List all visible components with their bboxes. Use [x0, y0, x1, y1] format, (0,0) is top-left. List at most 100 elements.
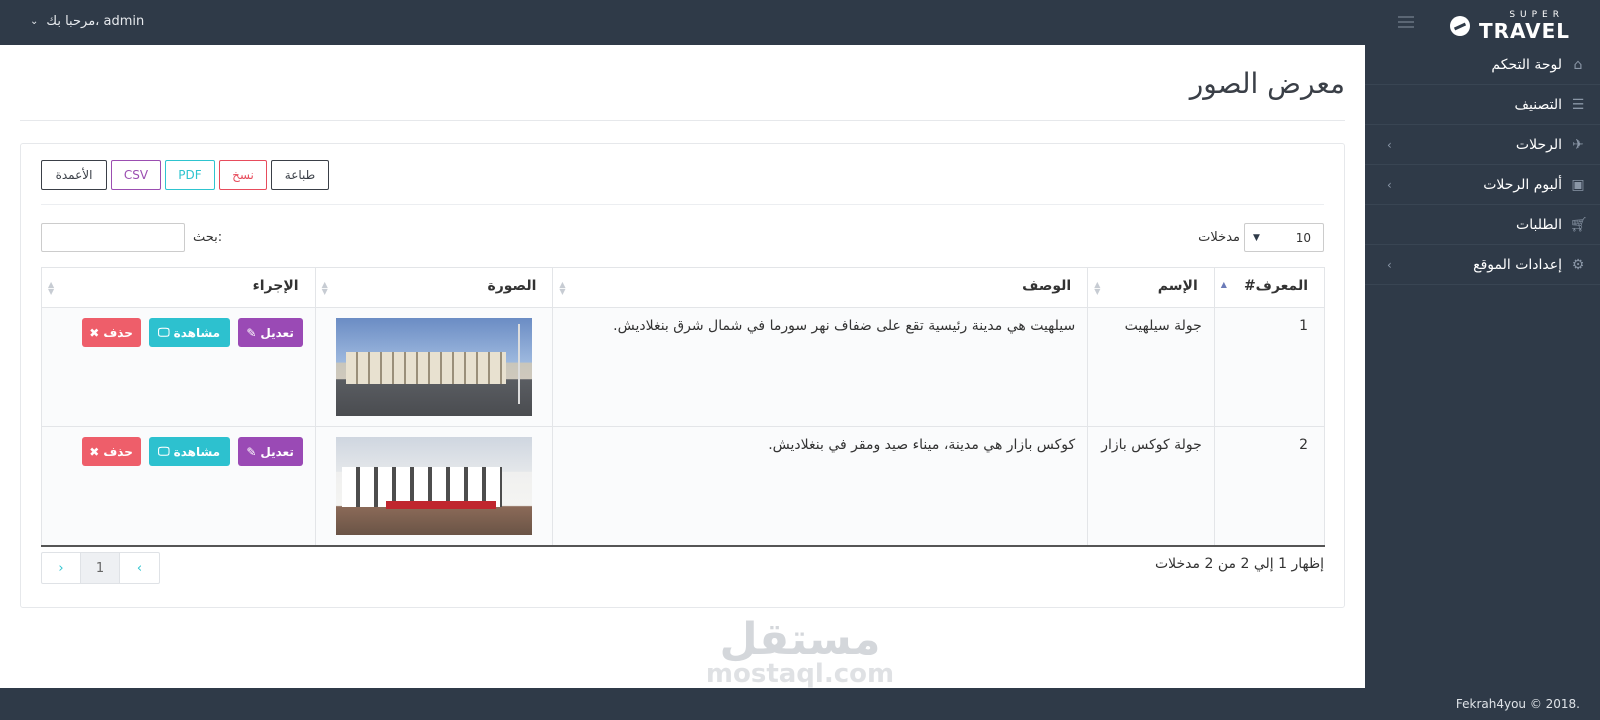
gallery-panel: الأعمدة CSV PDF نسخ طباعة بحث: مدخلات ▼ … — [20, 143, 1345, 608]
header-label: الإسم — [1157, 278, 1198, 294]
sidebar-item-label: لوحة التحكم — [1491, 56, 1562, 73]
list-icon: ☰ — [1571, 96, 1585, 113]
page-length: مدخلات ▼ 10 — [1198, 223, 1324, 252]
header-label: الصورة — [487, 278, 537, 294]
table-info: إظهار 1 إلي 2 من 2 مدخلات — [1154, 556, 1324, 572]
gears-icon: ⚙ — [1571, 256, 1585, 273]
chevron-down-icon: ⌄ — [30, 16, 39, 27]
sidebar-item-album[interactable]: ‹ ألبوم الرحلات ▣ — [1365, 165, 1600, 205]
close-icon: ✖ — [89, 325, 100, 340]
top-navbar: SUPER TRAVEL ⌄ مرحبا بك، admin — [0, 0, 1600, 45]
delete-button[interactable]: ✖ حذف — [81, 437, 141, 466]
edit-label: تعديل — [260, 325, 294, 340]
header-name[interactable]: الإسم ▲ ▼ — [1087, 267, 1215, 308]
plane-icon: ✈ — [1572, 136, 1584, 153]
header-label: المعرف# — [1243, 278, 1308, 294]
sidebar-item-settings[interactable]: ‹ إعدادات الموقع ⚙ — [1365, 245, 1600, 285]
sidebar-item-orders[interactable]: الطلبات 🛒︎ — [1365, 205, 1600, 245]
watermark-arabic: مستقل — [719, 614, 881, 665]
sidebar-item-categories[interactable]: التصنيف ☰ — [1365, 85, 1600, 125]
sidebar-item-trips[interactable]: ‹ الرحلات ✈ — [1365, 125, 1600, 165]
pagination-next[interactable]: › — [42, 553, 81, 583]
edit-icon: ✎ — [246, 325, 257, 340]
search-box: بحث: — [41, 223, 222, 252]
pagination: › 1 ‹ — [41, 552, 160, 584]
header-label: الإجراء — [252, 278, 299, 294]
image-icon: ▣ — [1571, 176, 1585, 193]
user-menu[interactable]: ⌄ مرحبا بك، admin — [30, 14, 144, 29]
header-action[interactable]: الإجراء ▲ ▼ — [41, 267, 316, 308]
monitor-icon: 🖵︎ — [158, 325, 170, 339]
pagination-page[interactable]: 1 — [81, 553, 120, 583]
sidebar-item-label: إعدادات الموقع — [1473, 256, 1562, 273]
sort-icon: ▲ ▼ — [559, 280, 566, 296]
delete-button[interactable]: ✖ حذف — [81, 318, 141, 347]
watermark-english: mostaql.com — [705, 659, 895, 689]
header-image[interactable]: الصورة ▲ ▼ — [314, 267, 554, 308]
header-label: الوصف — [1022, 278, 1072, 294]
menu-toggle-icon[interactable] — [1398, 16, 1414, 30]
copyright: Fekrah4you © 2018. — [1455, 697, 1580, 711]
pagination-prev[interactable]: ‹ — [120, 553, 159, 583]
edit-label: تعديل — [260, 444, 294, 459]
export-buttons: الأعمدة CSV PDF نسخ طباعة — [41, 160, 329, 190]
sidebar-item-label: ألبوم الرحلات — [1483, 176, 1562, 193]
edit-button[interactable]: ✎ تعديل — [237, 437, 303, 466]
divider — [41, 204, 1324, 205]
sort-asc-icon: ▲ — [1220, 280, 1227, 289]
pdf-button[interactable]: PDF — [165, 160, 215, 190]
search-input[interactable] — [41, 223, 185, 252]
chevron-left-icon: ‹ — [1387, 257, 1392, 272]
sort-icon: ▲ ▼ — [1094, 280, 1101, 296]
cell-description: سيلهيت هي مدينة رئيسية تقع على ضفاف نهر … — [552, 307, 1089, 427]
edit-icon: ✎ — [246, 444, 257, 459]
cell-name: جولة سيلهيت — [1087, 307, 1215, 427]
sidebar: لوحة التحكم ⌂ التصنيف ☰ ‹ الرحلات ✈ ‹ أل… — [1365, 45, 1600, 688]
sidebar-item-label: الرحلات — [1515, 136, 1562, 153]
search-label: بحث: — [193, 230, 223, 245]
monitor-icon: 🖵︎ — [158, 444, 170, 458]
view-label: مشاهدة — [173, 444, 221, 459]
header-description[interactable]: الوصف ▲ ▼ — [552, 267, 1089, 308]
gallery-table: المعرف# ▲ الإسم ▲ ▼ الوصف ▲ ▼ الصورة ▲ ▼ الإجرا… — [41, 267, 1326, 547]
length-select[interactable]: ▼ 10 — [1244, 223, 1324, 252]
sidebar-item-dashboard[interactable]: لوحة التحكم ⌂ — [1365, 45, 1600, 85]
sylhet-airport-photo[interactable] — [335, 318, 532, 416]
brand-travel-text: TRAVEL — [1478, 19, 1570, 43]
divider — [20, 120, 1345, 121]
brand-logo[interactable]: SUPER TRAVEL — [1450, 10, 1570, 43]
cell-id: 1 — [1213, 307, 1326, 427]
cell-actions: ✖ حذف 🖵︎ مشاهدة ✎ تعديل — [41, 307, 316, 427]
sidebar-item-label: التصنيف — [1514, 96, 1562, 113]
csv-button[interactable]: CSV — [111, 160, 161, 190]
home-icon: ⌂ — [1573, 56, 1583, 73]
chevron-left-icon: ‹ — [1387, 137, 1392, 152]
chevron-left-icon: ‹ — [1387, 177, 1392, 192]
delete-label: حذف — [103, 325, 133, 340]
delete-label: حذف — [103, 444, 133, 459]
footer: Fekrah4you © 2018. — [0, 688, 1600, 720]
watermark-logo: مستقل mostaql.com — [705, 614, 895, 689]
copy-button[interactable]: نسخ — [219, 160, 267, 190]
cell-description: كوكس بازار هي مدينة، ميناء صيد ومقر في ب… — [552, 426, 1089, 547]
view-button[interactable]: 🖵︎ مشاهدة — [148, 318, 230, 347]
header-id[interactable]: المعرف# ▲ — [1213, 267, 1326, 308]
sort-icon: ▲ ▼ — [321, 280, 328, 296]
print-button[interactable]: طباعة — [271, 160, 329, 190]
cell-image — [314, 426, 554, 547]
columns-button[interactable]: الأعمدة — [41, 160, 107, 190]
main-content: معرض الصور الأعمدة CSV PDF نسخ طباعة بحث… — [0, 45, 1365, 688]
page-title: معرض الصور — [1189, 67, 1345, 100]
caret-down-icon: ▼ — [1253, 232, 1260, 243]
sort-icon: ▲ ▼ — [48, 280, 55, 296]
length-label: مدخلات — [1198, 230, 1240, 245]
length-value: 10 — [1295, 230, 1311, 245]
edit-button[interactable]: ✎ تعديل — [237, 318, 303, 347]
user-greeting: مرحبا بك، admin — [46, 14, 145, 29]
cell-image — [314, 307, 554, 427]
view-button[interactable]: 🖵︎ مشاهدة — [148, 437, 230, 466]
cell-name: جولة كوكس بازار — [1087, 426, 1215, 547]
coxs-bazar-airport-photo[interactable] — [335, 437, 532, 535]
table-header-row: المعرف# ▲ الإسم ▲ ▼ الوصف ▲ ▼ الصورة ▲ ▼ الإجرا… — [41, 267, 1326, 308]
cart-icon: 🛒︎ — [1570, 216, 1588, 233]
